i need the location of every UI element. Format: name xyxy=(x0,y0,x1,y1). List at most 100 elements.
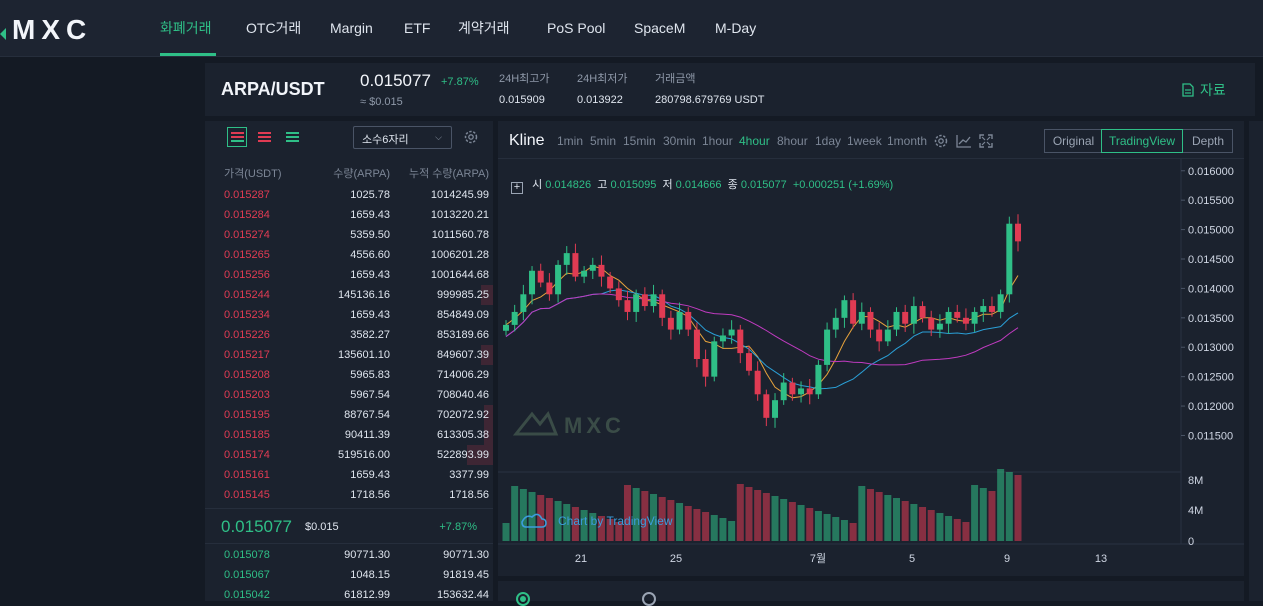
bid-row[interactable]: 0.015078 90771.30 90771.30 xyxy=(205,545,493,565)
active-nav-indicator xyxy=(160,53,216,56)
volume-bar xyxy=(519,489,527,541)
ask-row[interactable]: 0.015226 3582.27 853189.66 xyxy=(205,325,493,345)
ask-qty: 4556.60 xyxy=(350,249,390,261)
trading-pair[interactable]: ARPA/USDT xyxy=(221,79,325,100)
ask-row[interactable]: 0.015256 1659.43 1001644.68 xyxy=(205,265,493,285)
y-tick-label: 0.012000 xyxy=(1188,401,1234,413)
candle-body xyxy=(910,306,917,324)
candle-body xyxy=(997,294,1004,312)
ask-row[interactable]: 0.015265 4556.60 1006201.28 xyxy=(205,245,493,265)
nav-pos-pool[interactable]: PoS Pool xyxy=(547,0,605,57)
view-tradingview-button[interactable]: TradingView xyxy=(1101,129,1183,153)
candle-body xyxy=(980,306,987,312)
ask-row[interactable]: 0.015234 1659.43 854849.09 xyxy=(205,305,493,325)
svg-text:MXC: MXC xyxy=(12,14,92,44)
interval-1min[interactable]: 1min xyxy=(557,134,583,148)
ask-cumulative: 853189.66 xyxy=(437,329,489,341)
plus-icon[interactable]: + xyxy=(511,182,523,194)
ask-row[interactable]: 0.015274 5359.50 1011560.78 xyxy=(205,225,493,245)
chart-view-switcher: Original TradingView Depth xyxy=(1044,129,1233,153)
info-link[interactable]: 자료 xyxy=(1182,80,1226,100)
price-change-percent: +7.87% xyxy=(441,76,479,88)
interval-15min[interactable]: 15min xyxy=(623,134,656,148)
interval-30min[interactable]: 30min xyxy=(663,134,696,148)
mxc-logo[interactable]: MXC xyxy=(0,14,120,44)
bid-cumulative: 90771.30 xyxy=(443,549,489,561)
volume-bar xyxy=(953,519,961,541)
volume-bar xyxy=(997,469,1005,541)
candle-body xyxy=(876,329,883,342)
bid-row[interactable]: 0.015042 61812.99 153632.44 xyxy=(205,585,493,605)
limit-order-radio[interactable] xyxy=(516,592,530,606)
book-asks-only-icon[interactable] xyxy=(255,127,275,147)
nav-m-day[interactable]: M-Day xyxy=(715,0,756,57)
nav-otc-trading[interactable]: OTC거래 xyxy=(246,0,301,57)
nav-contract-trading[interactable]: 계약거래 xyxy=(458,0,510,57)
ask-price: 0.015244 xyxy=(224,289,270,301)
candlestick-chart[interactable]: MXC 0.016000 0.015500 0.015000 0.014500 0.01… xyxy=(498,159,1244,576)
decimal-precision-select[interactable]: 소수6자리 ⌵ xyxy=(353,126,452,149)
candle-body xyxy=(763,394,770,418)
book-bids-only-icon[interactable] xyxy=(283,127,303,147)
volume-bar xyxy=(875,492,883,541)
indicator-chart-icon[interactable] xyxy=(956,133,972,149)
interval-1hour[interactable]: 1hour xyxy=(702,134,733,148)
high-24h-label: 24H최고가 xyxy=(499,73,550,85)
fullscreen-icon[interactable] xyxy=(978,133,994,149)
volume-bar xyxy=(840,520,848,541)
nav-margin[interactable]: Margin xyxy=(330,0,373,57)
candle-body xyxy=(841,300,848,318)
nav-spot-trading[interactable]: 화폐거래 xyxy=(160,0,212,57)
volume-bar xyxy=(832,517,840,541)
nav-spacem[interactable]: SpaceM xyxy=(634,0,685,57)
interval-1week[interactable]: 1week xyxy=(847,134,882,148)
ask-price: 0.015217 xyxy=(224,349,270,361)
interval-4hour[interactable]: 4hour xyxy=(739,134,770,148)
chart-settings-gear-icon[interactable] xyxy=(933,133,949,149)
volume-bar xyxy=(988,491,996,541)
candle-body xyxy=(806,388,813,395)
candle-body xyxy=(902,311,909,324)
tradingview-attribution[interactable]: Chart by TradingView xyxy=(521,513,673,528)
gear-icon[interactable] xyxy=(463,129,479,145)
ask-row[interactable]: 0.015287 1025.78 1014245.99 xyxy=(205,185,493,205)
plan-order-radio[interactable] xyxy=(642,592,656,606)
interval-8hour[interactable]: 8hour xyxy=(777,134,808,148)
candle-body xyxy=(754,370,761,395)
view-original-button[interactable]: Original xyxy=(1045,130,1102,152)
ask-price: 0.015256 xyxy=(224,269,270,281)
ask-qty: 88767.54 xyxy=(344,409,390,421)
ask-row[interactable]: 0.015284 1659.43 1013220.21 xyxy=(205,205,493,225)
ask-price: 0.015203 xyxy=(224,389,270,401)
interval-1day[interactable]: 1day xyxy=(815,134,841,148)
volume-tick-label: 8M xyxy=(1188,475,1203,487)
y-tick-label: 0.012500 xyxy=(1188,372,1234,384)
candle-body xyxy=(893,311,900,330)
ask-row[interactable]: 0.015161 1659.43 3377.99 xyxy=(205,465,493,485)
info-link-label: 자료 xyxy=(1200,82,1226,98)
nav-etf[interactable]: ETF xyxy=(404,0,430,57)
interval-5min[interactable]: 5min xyxy=(590,134,616,148)
ask-cumulative: 1011560.78 xyxy=(431,229,489,241)
interval-1month[interactable]: 1month xyxy=(887,134,927,148)
candle-body xyxy=(572,253,579,277)
ask-row[interactable]: 0.015145 1718.56 1718.56 xyxy=(205,485,493,505)
view-depth-button[interactable]: Depth xyxy=(1183,130,1233,152)
ask-row[interactable]: 0.015174 519516.00 522893.99 xyxy=(205,445,493,465)
ask-row[interactable]: 0.015244 145136.16 999985.25 xyxy=(205,285,493,305)
ask-row[interactable]: 0.015208 5965.83 714006.29 xyxy=(205,365,493,385)
book-both-sides-icon[interactable] xyxy=(227,127,247,147)
ask-row[interactable]: 0.015185 90411.39 613305.38 xyxy=(205,425,493,445)
ask-row[interactable]: 0.015217 135601.10 849607.39 xyxy=(205,345,493,365)
candle-body xyxy=(936,323,943,330)
candle-body xyxy=(971,311,978,324)
ask-cumulative: 3377.99 xyxy=(449,469,489,481)
high-value: 0.015095 xyxy=(610,179,657,191)
candle-body xyxy=(962,317,969,324)
ask-price: 0.015274 xyxy=(224,229,270,241)
ma-short-line xyxy=(505,265,1019,399)
ask-row[interactable]: 0.015195 88767.54 702072.92 xyxy=(205,405,493,425)
ask-row[interactable]: 0.015203 5967.54 708040.46 xyxy=(205,385,493,405)
bid-cumulative: 91819.45 xyxy=(443,569,489,581)
bid-row[interactable]: 0.015067 1048.15 91819.45 xyxy=(205,565,493,585)
